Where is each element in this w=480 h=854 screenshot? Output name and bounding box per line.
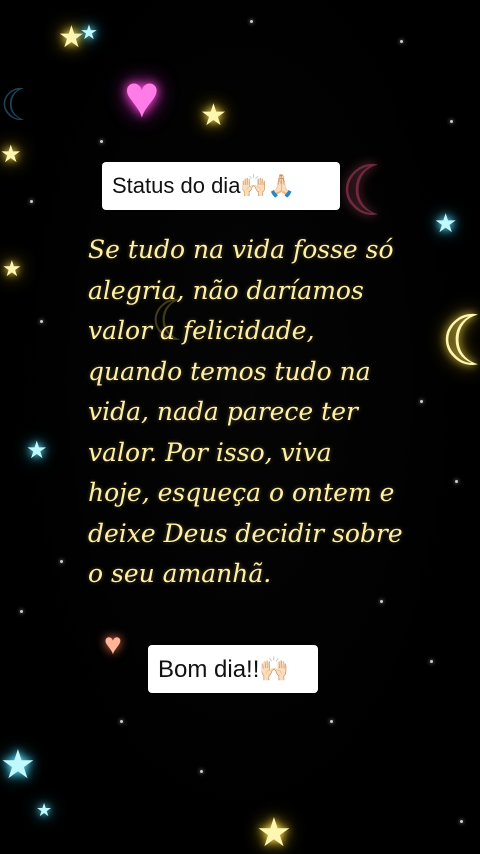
quote-line: vida, nada parece ter [88,397,358,426]
star-icon: ★ [434,208,458,238]
crescent-moon-icon: ☾ [0,81,40,130]
sparkle-dot [450,120,453,123]
star-icon: ★ [0,141,22,168]
quote-line: o seu amanhã. [88,559,272,588]
sparkle-dot [40,320,43,323]
star-icon: ★ [200,99,227,132]
crescent-moon-icon: ☾ [340,152,403,230]
bottom-caption: Bom dia!!🙌🏻 [148,645,318,693]
quote-line: valor a felicidade, [88,316,315,345]
quote-line: quando temos tudo na [88,356,371,386]
sparkle-dot [250,20,253,23]
sparkle-dot [330,720,333,723]
quote-line: Se tudo na vida fosse só [88,235,394,264]
crescent-moon-icon: ☾ [440,302,480,380]
star-icon: ★ [36,800,53,820]
star-icon: ★ [26,437,48,464]
quote-line: alegria, não daríamos [88,275,364,305]
sparkle-dot [60,560,63,563]
sparkle-dot [430,660,433,663]
top-caption: Status do dia🙌🏻🙏🏻 [102,162,340,210]
quote-text: Se tudo na vida fosse só alegria, não da… [88,230,408,595]
sparkle-dot [120,720,123,723]
sparkle-dot [455,480,458,483]
star-icon: ★ [2,256,22,281]
heart-icon: ♥ [104,628,122,661]
star-icon: ★ [0,743,36,787]
top-caption-text: Status do dia🙌🏻🙏🏻 [112,173,296,198]
sparkle-dot [400,40,403,43]
sparkle-dot [30,200,33,203]
status-screen: ♥ ♥ ★ ★ ★ ★ ★ ★ ★ ★ ★ ★ ☾ ☾ ☾ ☾ Status d… [0,0,480,854]
quote-line: valor. Por isso, viva [88,437,332,467]
sparkle-dot [380,600,383,603]
sparkle-dot [20,610,23,613]
sparkle-dot [420,400,423,403]
sparkle-dot [460,820,463,823]
star-icon: ★ [80,22,98,44]
quote-line: deixe Deus decidir sobre [88,518,403,548]
sparkle-dot [200,770,203,773]
sparkle-dot [100,140,103,143]
quote-line: hoje, esqueça o ontem e [88,478,395,507]
bottom-caption-text: Bom dia!!🙌🏻 [158,655,290,683]
heart-icon: ♥ [124,63,160,130]
star-icon: ★ [256,811,292,854]
